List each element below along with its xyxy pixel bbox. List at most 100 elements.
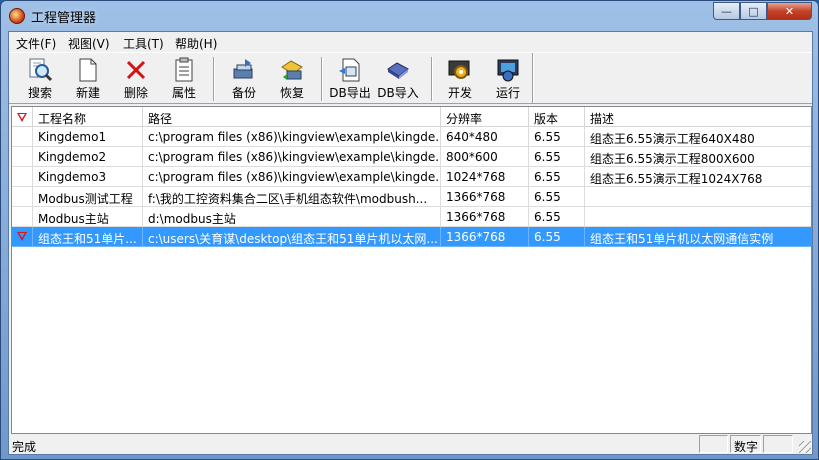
- maximize-button[interactable]: □: [740, 2, 767, 20]
- properties-icon: [175, 57, 193, 82]
- restore-label: 恢复: [279, 86, 304, 100]
- cell-project-name: Modbus主站: [33, 207, 143, 227]
- toolbar-separator: [213, 57, 215, 101]
- cell-description: [585, 187, 811, 207]
- cell-description: 组态王6.55演示工程800X600: [585, 147, 811, 167]
- window-title: 工程管理器: [31, 11, 97, 26]
- resize-grip[interactable]: [799, 441, 811, 453]
- menu-help[interactable]: 帮助(H): [175, 35, 217, 52]
- backup-label: 备份: [231, 86, 256, 100]
- cell-flag: [12, 207, 33, 227]
- cell-description: 组态王6.55演示工程640X480: [585, 127, 811, 147]
- list-header: 工程名称 路径 分辨率 版本 描述: [12, 107, 811, 127]
- status-text: 完成: [12, 440, 37, 454]
- project-list[interactable]: 工程名称 路径 分辨率 版本 描述 Kingdemo1 c:\program fi…: [11, 106, 812, 434]
- window-controls: — □ ✕: [713, 2, 812, 20]
- menu-bar: 文件(F) 视图(V) 工具(T) 帮助(H): [9, 32, 812, 52]
- cell-version: 6.55: [529, 167, 585, 187]
- cell-description: [585, 207, 811, 227]
- new-button[interactable]: 新建: [65, 53, 111, 101]
- delete-label: 删除: [123, 86, 148, 100]
- cell-resolution: 1366*768: [441, 187, 529, 207]
- run-button[interactable]: 运行: [485, 53, 531, 101]
- search-button[interactable]: 搜索: [17, 53, 63, 101]
- toolbar-separator: [321, 57, 323, 101]
- client-area: 文件(F) 视图(V) 工具(T) 帮助(H) 搜索 新建 删除 属性 备份 恢…: [8, 31, 813, 455]
- db-import-button[interactable]: DB导入: [375, 53, 421, 101]
- header-project-name[interactable]: 工程名称: [33, 107, 143, 127]
- table-row[interactable]: Kingdemo1 c:\program files (x86)\kingview…: [12, 127, 811, 147]
- new-file-icon: [79, 58, 97, 82]
- cell-description: 组态王和51单片机以太网通信实例: [585, 227, 811, 247]
- cell-version: 6.55: [529, 227, 585, 247]
- cell-resolution: 1366*768: [441, 207, 529, 227]
- db-import-label: DB导入: [377, 86, 419, 100]
- db-export-icon: [339, 58, 360, 82]
- db-export-button[interactable]: DB导出: [327, 53, 373, 101]
- toolbar: 搜索 新建 删除 属性 备份 恢复 DB导出 DB导入 开发 运行: [9, 52, 812, 104]
- cell-flag: [12, 227, 33, 247]
- header-path[interactable]: 路径: [143, 107, 441, 127]
- cell-project-name: Modbus测试工程: [33, 187, 143, 207]
- status-pane-empty: [699, 435, 728, 453]
- cell-flag: [12, 127, 33, 147]
- cell-flag: [12, 147, 33, 167]
- run-label: 运行: [495, 86, 520, 100]
- db-export-label: DB导出: [329, 86, 371, 100]
- cell-path: c:\program files (x86)\kingview\example\…: [143, 147, 441, 167]
- run-icon: [497, 59, 519, 82]
- backup-button[interactable]: 备份: [221, 53, 267, 101]
- delete-button[interactable]: 删除: [113, 53, 159, 101]
- status-bar: 完成 数字: [9, 434, 812, 454]
- cell-resolution: 800*600: [441, 147, 529, 167]
- toolbar-separator: [431, 57, 433, 101]
- cell-resolution: 1366*768: [441, 227, 529, 247]
- status-pane-extra: [763, 435, 793, 453]
- cell-flag: [12, 187, 33, 207]
- close-button[interactable]: ✕: [767, 2, 812, 20]
- table-row[interactable]: Kingdemo2 c:\program files (x86)\kingview…: [12, 147, 811, 167]
- cell-path: c:\program files (x86)\kingview\example\…: [143, 127, 441, 147]
- table-row[interactable]: 组态王和51单片... c:\users\关育谋\desktop\组态王和51单片…: [12, 227, 811, 247]
- app-logo-icon: [9, 8, 25, 24]
- search-icon: [29, 58, 53, 82]
- properties-button[interactable]: 属性: [161, 53, 207, 101]
- table-row[interactable]: Modbus主站 d:\modbus主站 1366*768 6.55: [12, 207, 811, 227]
- search-label: 搜索: [27, 86, 52, 100]
- flag-icon: [17, 113, 27, 122]
- cell-path: d:\modbus主站: [143, 207, 441, 227]
- cell-resolution: 640*480: [441, 127, 529, 147]
- table-row[interactable]: Kingdemo3 c:\program files (x86)\kingview…: [12, 167, 811, 187]
- delete-x-icon: [126, 60, 146, 80]
- menu-view[interactable]: 视图(V): [68, 35, 110, 52]
- cell-version: 6.55: [529, 147, 585, 167]
- develop-icon: [448, 60, 470, 79]
- cell-path: f:\我的工控资料集合二区\手机组态软件\modbush...: [143, 187, 441, 207]
- table-row[interactable]: Modbus测试工程 f:\我的工控资料集合二区\手机组态软件\modbush..…: [12, 187, 811, 207]
- minimize-button[interactable]: —: [713, 2, 740, 20]
- develop-label: 开发: [447, 86, 472, 100]
- header-flag-column[interactable]: [12, 107, 33, 127]
- cell-project-name: Kingdemo2: [33, 147, 143, 167]
- new-label: 新建: [75, 86, 100, 100]
- properties-label: 属性: [171, 86, 196, 100]
- cell-path: c:\users\关育谋\desktop\组态王和51单片机以太网...: [143, 227, 441, 247]
- cell-flag: [12, 167, 33, 187]
- app-window: 工程管理器 — □ ✕ 文件(F) 视图(V) 工具(T) 帮助(H) 搜索 新…: [0, 0, 819, 460]
- develop-button[interactable]: 开发: [437, 53, 483, 101]
- flag-icon: [17, 232, 27, 241]
- cell-project-name: Kingdemo1: [33, 127, 143, 147]
- header-version[interactable]: 版本: [529, 107, 585, 127]
- cell-path: c:\program files (x86)\kingview\example\…: [143, 167, 441, 187]
- header-resolution[interactable]: 分辨率: [441, 107, 529, 127]
- cell-project-name: Kingdemo3: [33, 167, 143, 187]
- toolbar-end-separator: [532, 53, 534, 103]
- title-bar[interactable]: 工程管理器 — □ ✕: [1, 1, 818, 31]
- restore-button[interactable]: 恢复: [269, 53, 315, 101]
- menu-file[interactable]: 文件(F): [16, 35, 56, 52]
- header-description[interactable]: 描述: [585, 107, 811, 127]
- cell-version: 6.55: [529, 207, 585, 227]
- menu-tools[interactable]: 工具(T): [123, 35, 164, 52]
- cell-description: 组态王6.55演示工程1024X768: [585, 167, 811, 187]
- cell-version: 6.55: [529, 187, 585, 207]
